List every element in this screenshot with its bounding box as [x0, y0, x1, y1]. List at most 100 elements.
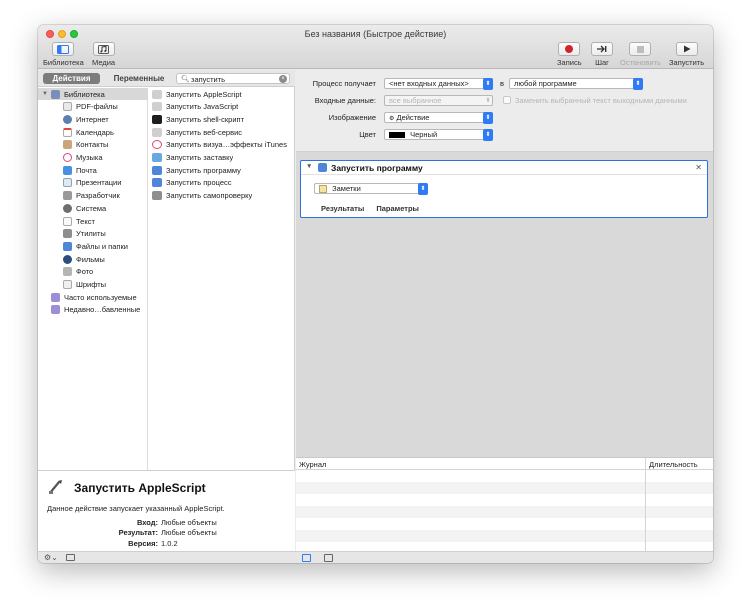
run-label: Запустить [669, 58, 705, 67]
popup-arrows-icon: ⬍ [633, 78, 643, 90]
system-gear-icon [63, 203, 72, 213]
popup-arrows-icon: ⬍ [483, 78, 493, 90]
presentation-icon [63, 178, 72, 188]
image-popup[interactable]: ⚙ Действие ⬍ [384, 112, 493, 124]
screensaver-icon [152, 153, 162, 162]
category-fonts[interactable]: Шрифты [38, 279, 148, 291]
utilities-icon [152, 191, 162, 201]
smart-folder-icon [51, 305, 60, 315]
utilities-icon [63, 229, 72, 239]
close-icon[interactable]: ✕ [695, 163, 702, 172]
category-developer[interactable]: Разработчик [38, 190, 148, 202]
step-button[interactable]: Шаг [591, 42, 613, 67]
quicktime-icon [63, 254, 72, 264]
run-button[interactable]: Запустить [669, 42, 704, 67]
category-most-used[interactable]: Часто используемые [38, 291, 148, 303]
category-calendar[interactable]: Календарь [38, 126, 148, 138]
log-row [296, 470, 713, 482]
column-divider[interactable] [645, 458, 646, 552]
category-library[interactable]: ▼ Библиотека [38, 88, 148, 100]
receives-label: Процесс получает [312, 79, 376, 88]
image-label: Изображение [328, 113, 376, 122]
action-run-application-block[interactable]: ▼ Запустить программу ✕ Заметки ⬍ Резуль… [300, 160, 708, 218]
category-internet[interactable]: Интернет [38, 113, 148, 125]
category-utilities[interactable]: Утилиты [38, 228, 148, 240]
log-row [296, 494, 713, 506]
in-label: в [500, 79, 504, 88]
library-icon [52, 42, 75, 56]
receives-popup[interactable]: <нет входных данных> ⬍ [384, 78, 493, 90]
notes-app-icon [319, 185, 327, 194]
action-run-web-service[interactable]: Запустить веб-сервис [152, 126, 295, 138]
category-recently-added[interactable]: Недавно…бавленные [38, 304, 148, 316]
action-run-javascript[interactable]: Запустить JavaScript [152, 101, 295, 113]
record-icon [558, 42, 581, 56]
tab-variables[interactable]: Переменные [108, 73, 170, 84]
tab-options[interactable]: Параметры [376, 204, 419, 213]
category-presentations[interactable]: Презентации [38, 177, 148, 189]
popup-arrows-icon: ⬍ [418, 183, 428, 195]
category-mail[interactable]: Почта [38, 164, 148, 176]
finder-icon [152, 178, 162, 188]
tab-actions[interactable]: Действия [43, 73, 100, 84]
category-files-folders[interactable]: Файлы и папки [38, 240, 148, 252]
tab-results[interactable]: Результаты [321, 204, 364, 213]
result-value: Любые объекты [161, 528, 217, 537]
category-system[interactable]: Система [38, 202, 148, 214]
library-tabs: Действия Переменные 🔍︎ запустить × [38, 70, 295, 87]
action-block-title: Запустить программу [331, 163, 423, 173]
category-pdf[interactable]: PDF-файлы [38, 101, 148, 113]
script-editor-icon [47, 478, 65, 496]
search-field[interactable]: 🔍︎ запустить × [176, 73, 290, 84]
automator-window: Без названия (Быстрое действие) Библиоте… [38, 25, 713, 563]
show-description-icon[interactable] [66, 554, 75, 561]
media-button[interactable]: Медиа [92, 42, 115, 67]
action-run-shell-script[interactable]: Запустить shell-скрипт [152, 113, 295, 125]
description-text: Данное действие запускает указанный Appl… [47, 504, 225, 513]
action-run-screensaver[interactable]: Запустить заставку [152, 152, 295, 164]
result-label: Результат: [118, 528, 158, 537]
record-label: Запись [557, 58, 582, 67]
input-label: Вход: [136, 518, 158, 527]
gear-menu-icon[interactable]: ⚙⌄ [44, 553, 58, 562]
popup-arrows-icon: ⬍ [485, 98, 491, 104]
action-run-application[interactable]: Запустить программу [152, 164, 295, 176]
music-icon [63, 153, 72, 162]
action-run-itunes-visualizer[interactable]: Запустить визуа…эффекты iTunes [152, 139, 295, 151]
library-button[interactable]: Библиотека [43, 42, 84, 67]
step-label: Шаг [595, 58, 609, 67]
color-popup[interactable]: Черный ⬍ [384, 129, 493, 141]
globe-icon [63, 114, 72, 124]
category-list: ▼ Библиотека PDF-файлы Интернет Календар… [38, 88, 148, 470]
application-popup[interactable]: любой программе ⬍ [509, 78, 643, 90]
category-photos[interactable]: Фото [38, 266, 148, 278]
color-label: Цвет [359, 130, 376, 139]
split-view-icon[interactable] [324, 554, 333, 562]
record-button[interactable]: Запись [557, 42, 582, 67]
log-row [296, 482, 713, 494]
input-data-popup[interactable]: все выбранное ⬍ [384, 95, 493, 106]
action-list: Запустить AppleScript Запустить JavaScri… [149, 88, 295, 470]
calendar-icon [63, 127, 72, 137]
input-value: Любые объекты [161, 518, 217, 527]
log-column-header[interactable]: Журнал [299, 460, 326, 469]
list-view-icon[interactable] [302, 554, 311, 562]
duration-column-header[interactable]: Длительность [649, 460, 698, 469]
version-label: Версия: [128, 539, 158, 548]
category-music[interactable]: Музыка [38, 152, 148, 164]
replace-text-checkbox[interactable] [503, 96, 511, 104]
category-contacts[interactable]: Контакты [38, 139, 148, 151]
action-run-applescript[interactable]: Запустить AppleScript [152, 88, 295, 100]
category-text[interactable]: Текст [38, 215, 148, 227]
action-run-process[interactable]: Запустить процесс [152, 177, 295, 189]
stop-button[interactable]: Остановить [620, 42, 661, 67]
app-select-popup[interactable]: Заметки ⬍ [314, 183, 428, 195]
photo-icon [63, 267, 72, 277]
category-movies[interactable]: Фильмы [38, 253, 148, 265]
disclosure-triangle-icon[interactable]: ▼ [42, 91, 49, 97]
clear-search-icon[interactable]: × [279, 75, 287, 83]
search-query[interactable]: запустить [191, 75, 225, 84]
workflow-area[interactable]: ▼ Запустить программу ✕ Заметки ⬍ Резуль… [296, 152, 713, 457]
disclosure-triangle-icon[interactable]: ▼ [306, 163, 312, 170]
action-run-self-test[interactable]: Запустить самопроверку [152, 190, 295, 202]
